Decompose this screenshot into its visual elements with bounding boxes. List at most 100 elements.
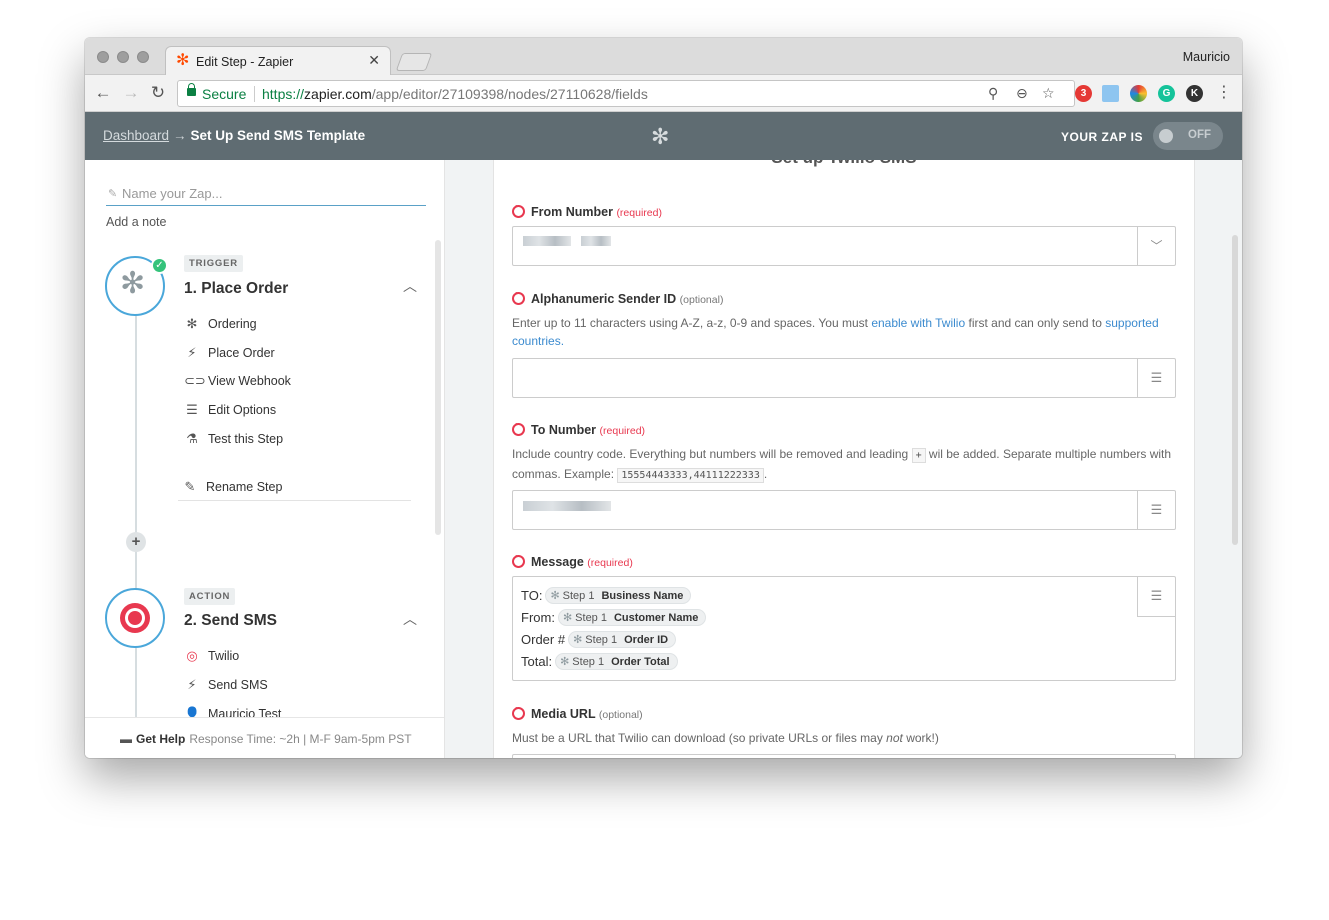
twilio-field-icon [512,419,525,436]
back-icon[interactable]: ← [93,83,113,103]
from-number-label-text: From Number [531,205,613,219]
rename-step-label: Rename Step [206,480,283,494]
extension-color-icon[interactable] [1130,85,1147,102]
example-code: 15554443333,44111222333 [617,468,764,483]
close-window-button[interactable] [97,51,109,63]
sidebar-item-label: Twilio [208,649,240,663]
maximize-window-button[interactable] [137,51,149,63]
message-textarea[interactable]: TO: ✻ Step 1 Business Name From: ✻ Step 1 Cust… [512,576,1176,681]
forward-icon[interactable]: → [121,83,141,103]
sidebar-item-label: View Webhook [208,374,291,388]
close-tab-icon[interactable]: ✕ [368,52,380,69]
optional-tag: (optional) [679,294,724,306]
minimize-window-button[interactable] [117,51,129,63]
help-text: Enter up to 11 characters using A-Z, a-z… [512,316,872,330]
rename-step-button[interactable]: ✎ Rename Step [182,479,283,495]
message-line: TO: ✻ Step 1 Business Name [521,587,692,604]
action-step-circle[interactable] [105,588,165,648]
editor-scrollbar[interactable] [1232,235,1238,545]
menu-dots-icon[interactable]: ⋮ [1214,83,1234,103]
zap-name-field[interactable]: ✎ Name your Zap... [106,185,426,206]
sidebar-item-send-sms[interactable]: ⚡ Send SMS [184,677,268,693]
add-step-button[interactable]: + [126,532,146,552]
webhook-gear-icon: ✻ [120,267,146,300]
divider [178,500,411,501]
chevron-down-icon[interactable]: ﹀ [1137,227,1175,265]
pencil-icon: ✎ [108,188,118,200]
gear-icon: ✻ [560,656,570,668]
sidebar-item-label: Place Order [208,346,275,360]
media-url-input[interactable] [512,754,1176,758]
field-token[interactable]: ✻ Step 1 Customer Name [557,609,707,626]
editor-canvas: Set up Twilio SMS From Number (required)… [445,160,1242,758]
dashboard-link[interactable]: Dashboard [103,128,169,143]
to-number-help: Include country code. Everything but num… [512,445,1177,485]
zoom-icon[interactable]: ⊖ [1016,85,1028,102]
url-scheme: https:// [262,86,305,102]
twilio-field-icon [512,703,525,720]
sidebar-item-twilio[interactable]: ◎ Twilio [184,648,239,664]
extension-k-icon[interactable]: K [1186,85,1203,102]
collapse-trigger-chevron-icon[interactable]: ︿ [403,276,417,296]
from-number-select[interactable]: ﹀ [512,226,1176,266]
insert-field-icon[interactable]: ☰ [1137,491,1175,529]
field-token[interactable]: ✻ Step 1 Order ID [568,631,677,648]
new-tab-button[interactable] [395,53,433,71]
enable-twilio-link[interactable]: enable with Twilio [871,316,965,330]
list-icon: ☰ [186,402,198,417]
timeline-line [135,280,137,758]
token-step: Step 1 [575,612,607,624]
address-bar[interactable]: Secure https://zapier.com/app/editor/271… [177,80,1075,107]
zap-toggle[interactable]: OFF [1153,122,1223,150]
message-label: Message (required) [512,551,633,569]
sidebar-item-label: Send SMS [208,678,268,692]
response-time-text: Response Time: ~2h | M-F 9am-5pm PST [189,732,412,746]
add-note-link[interactable]: Add a note [106,215,166,229]
pencil-icon: ✎ [184,479,196,494]
insert-field-icon[interactable]: ☰ [1137,359,1175,397]
tab-title: Edit Step - Zapier [196,55,294,69]
sidebar-item-label: Ordering [208,317,257,331]
field-token[interactable]: ✻ Step 1 Business Name [545,587,692,604]
sidebar-scrollbar[interactable] [435,240,441,535]
media-url-label-text: Media URL [531,707,596,721]
message-prefix: From: [521,610,555,625]
sidebar-item-view-webhook[interactable]: ⊂⊃ View Webhook [184,373,291,389]
reload-icon[interactable]: ↻ [148,83,168,103]
sender-id-label-text: Alphanumeric Sender ID [531,292,677,306]
token-field: Order ID [624,634,669,646]
field-token[interactable]: ✻ Step 1 Order Total [555,653,678,670]
chat-icon: ▬ [120,732,132,746]
zap-status-label: YOUR ZAP IS [1061,130,1143,144]
insert-field-icon[interactable]: ☰ [1137,577,1175,617]
step-form-card: Set up Twilio SMS From Number (required)… [493,160,1195,758]
sidebar-item-ordering[interactable]: ✻ Ordering [184,316,257,332]
collapse-action-chevron-icon[interactable]: ︿ [403,609,417,629]
url-text[interactable]: https://zapier.com/app/editor/27109398/n… [262,86,648,102]
paint-roller-icon[interactable]: ⚲ [988,85,998,102]
sidebar-item-label: Edit Options [208,403,277,417]
zapier-logo-icon[interactable]: ✻ [651,124,669,150]
to-number-input[interactable]: ☰ [512,490,1176,530]
token-step: Step 1 [585,634,618,646]
grammarly-icon[interactable]: G [1158,85,1175,102]
extension-chart-icon[interactable] [1102,85,1119,102]
sidebar-item-test-step[interactable]: ⚗ Test this Step [184,431,283,447]
gear-icon: ✻ [550,590,560,602]
lock-icon [187,83,196,96]
bookmark-star-icon[interactable]: ☆ [1042,85,1055,102]
redacted-value [581,236,611,246]
profile-name[interactable]: Mauricio [1183,50,1230,64]
trigger-step-title[interactable]: 1. Place Order [184,280,288,298]
sender-id-input[interactable]: ☰ [512,358,1176,398]
sidebar-item-edit-options[interactable]: ☰ Edit Options [184,402,276,418]
lightning-icon: ⚡ [187,345,197,360]
get-help-link[interactable]: ▬ Get Help Response Time: ~2h | M-F 9am-5p… [120,732,412,746]
gear-icon: ✻ [573,634,583,646]
browser-tab[interactable]: ✻ Edit Step - Zapier ✕ [165,46,391,76]
secure-label: Secure [202,86,247,102]
action-step-title[interactable]: 2. Send SMS [184,612,277,630]
extension-badge-icon[interactable]: 3 [1075,85,1092,102]
sidebar-item-place-order[interactable]: ⚡ Place Order [184,345,275,361]
toggle-knob [1159,129,1173,143]
